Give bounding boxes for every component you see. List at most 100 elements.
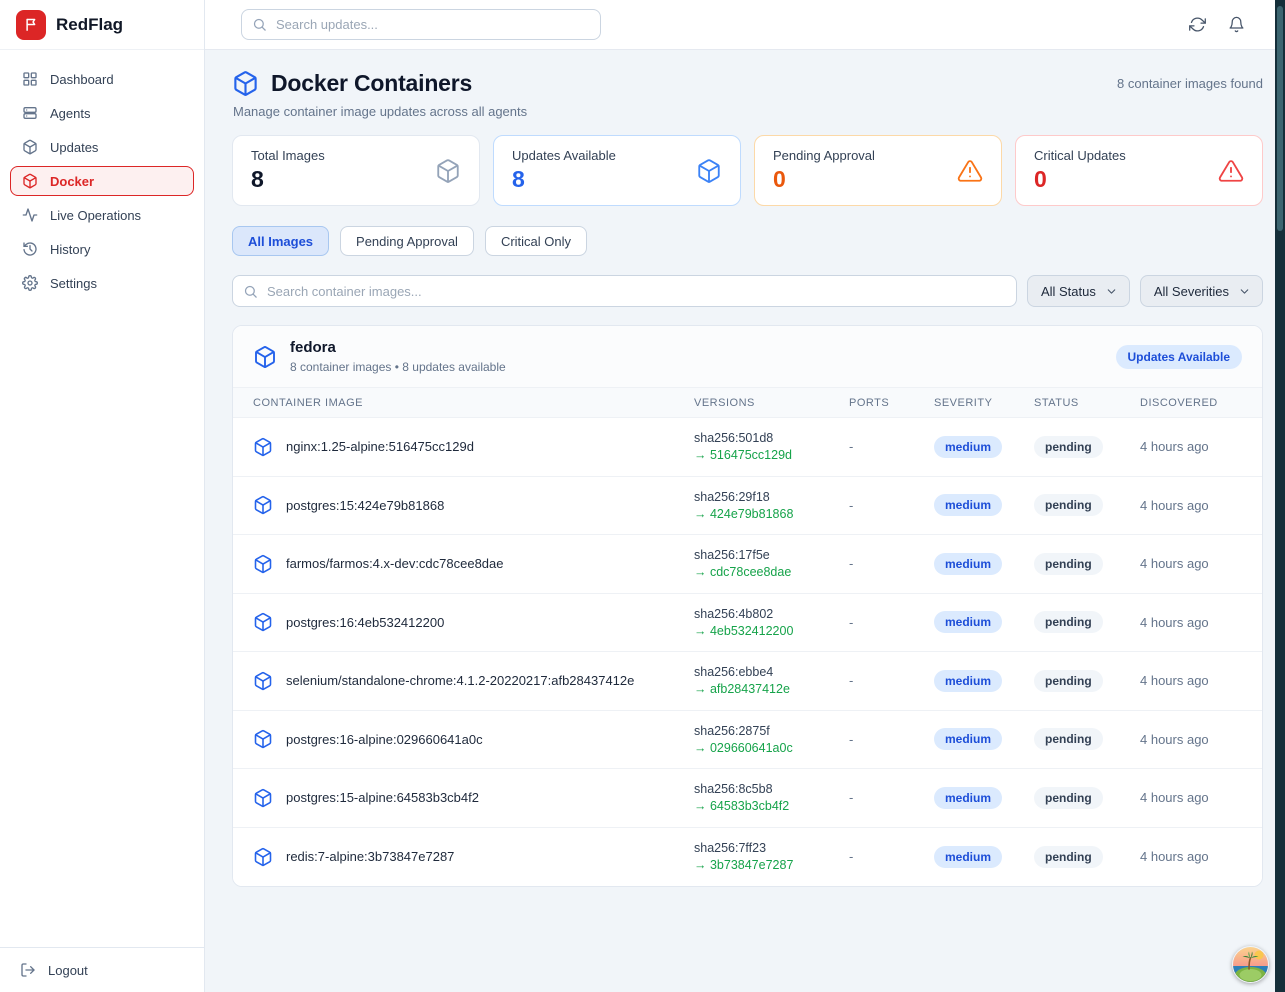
sidebar-item-agents[interactable]: Agents (10, 98, 194, 128)
main-area: Docker Containers 8 container images fou… (205, 0, 1285, 992)
container-image-name: nginx:1.25-alpine:516475cc129d (286, 439, 474, 454)
server-icon (22, 105, 38, 121)
search-icon (252, 17, 267, 32)
container-image-name: redis:7-alpine:3b73847e7287 (286, 849, 454, 864)
search-icon (243, 284, 258, 299)
island-extension-button[interactable] (1232, 946, 1269, 983)
sidebar-item-dashboard[interactable]: Dashboard (10, 64, 194, 94)
discovered-value: 4 hours ago (1140, 498, 1242, 513)
container-icon (253, 612, 273, 632)
discovered-value: 4 hours ago (1140, 732, 1242, 747)
status-badge: pending (1034, 553, 1103, 575)
table-row[interactable]: postgres:15-alpine:64583b3cb4f2 sha256:8… (233, 769, 1262, 828)
table-row[interactable]: redis:7-alpine:3b73847e7287 sha256:7ff23… (233, 828, 1262, 887)
ports-value: - (849, 556, 934, 571)
stat-label: Updates Available (512, 148, 616, 163)
sidebar-item-settings[interactable]: Settings (10, 268, 194, 298)
stat-card-critical-updates: Critical Updates 0 (1015, 135, 1263, 206)
tab-critical-only[interactable]: Critical Only (485, 226, 587, 256)
column-header: Discovered (1140, 397, 1242, 409)
sidebar-item-docker[interactable]: Docker (10, 166, 194, 196)
table-row[interactable]: postgres:15:424e79b81868 sha256:29f18→ 4… (233, 477, 1262, 536)
dashboard-icon (22, 71, 38, 87)
ports-value: - (849, 615, 934, 630)
tab-all-images[interactable]: All Images (232, 226, 329, 256)
table-header-row: Container Image Versions Ports Severity … (233, 387, 1262, 418)
discovered-value: 4 hours ago (1140, 439, 1242, 454)
discovered-value: 4 hours ago (1140, 615, 1242, 630)
status-badge: pending (1034, 611, 1103, 633)
severity-select[interactable]: All Severities (1140, 275, 1263, 307)
package-icon (22, 139, 38, 155)
ports-value: - (849, 790, 934, 805)
discovered-value: 4 hours ago (1140, 790, 1242, 805)
version-new: → 64583b3cb4f2 (694, 799, 849, 813)
container-image-name: postgres:15-alpine:64583b3cb4f2 (286, 790, 479, 805)
version-current: sha256:17f5e (694, 548, 849, 562)
sidebar-item-updates[interactable]: Updates (10, 132, 194, 162)
stat-label: Total Images (251, 148, 325, 163)
table-row[interactable]: farmos/farmos:4.x-dev:cdc78cee8dae sha25… (233, 535, 1262, 594)
stat-value: 0 (773, 166, 875, 193)
title-row: Docker Containers 8 container images fou… (232, 70, 1263, 97)
sidebar-footer: Logout (0, 947, 204, 992)
logout-label: Logout (48, 963, 88, 978)
activity-icon (22, 207, 38, 223)
severity-badge: medium (934, 553, 1002, 575)
images-table-card: fedora 8 container images • 8 updates av… (232, 325, 1263, 887)
column-header: Ports (849, 397, 934, 409)
severity-badge: medium (934, 728, 1002, 750)
sidebar-item-label: Dashboard (50, 72, 114, 87)
alert-triangle-icon (957, 158, 983, 184)
container-icon (22, 173, 38, 189)
topbar (205, 0, 1285, 50)
global-search-input[interactable] (241, 9, 601, 40)
brand: RedFlag (0, 0, 204, 50)
ports-value: - (849, 849, 934, 864)
filter-tabs: All Images Pending Approval Critical Onl… (232, 226, 1263, 256)
table-row[interactable]: selenium/standalone-chrome:4.1.2-2022021… (233, 652, 1262, 711)
bell-icon[interactable] (1228, 16, 1245, 33)
group-header: fedora 8 container images • 8 updates av… (233, 326, 1262, 387)
ports-value: - (849, 673, 934, 688)
severity-badge: medium (934, 611, 1002, 633)
refresh-icon[interactable] (1189, 16, 1206, 33)
version-new: → 4eb532412200 (694, 624, 849, 638)
stat-card-updates-available: Updates Available 8 (493, 135, 741, 206)
flag-icon (24, 17, 39, 32)
table-row[interactable]: postgres:16-alpine:029660641a0c sha256:2… (233, 711, 1262, 770)
container-icon (253, 847, 273, 867)
package-icon (435, 158, 461, 184)
version-current: sha256:7ff23 (694, 841, 849, 855)
scrollbar-thumb[interactable] (1277, 6, 1283, 231)
column-header: Status (1034, 397, 1140, 409)
gear-icon (22, 275, 38, 291)
status-badge: pending (1034, 436, 1103, 458)
version-current: sha256:8c5b8 (694, 782, 849, 796)
severity-badge: medium (934, 670, 1002, 692)
container-icon (253, 554, 273, 574)
table-row[interactable]: postgres:16:4eb532412200 sha256:4b802→ 4… (233, 594, 1262, 653)
severity-badge: medium (934, 846, 1002, 868)
status-select[interactable]: All Status (1027, 275, 1130, 307)
page-scrollbar[interactable] (1275, 0, 1285, 992)
table-row[interactable]: nginx:1.25-alpine:516475cc129d sha256:50… (233, 418, 1262, 477)
brand-name: RedFlag (56, 15, 123, 35)
logout-icon (20, 962, 36, 978)
stat-label: Pending Approval (773, 148, 875, 163)
topbar-actions (1189, 16, 1249, 33)
container-icon (253, 729, 273, 749)
severity-badge: medium (934, 787, 1002, 809)
sidebar-item-label: Agents (50, 106, 90, 121)
logout-button[interactable]: Logout (20, 962, 184, 978)
image-search-input[interactable] (232, 275, 1017, 307)
sidebar: RedFlag Dashboard Agents Updates Docker … (0, 0, 205, 992)
container-icon (253, 495, 273, 515)
ports-value: - (849, 498, 934, 513)
page-title: Docker Containers (271, 70, 472, 97)
updates-available-badge: Updates Available (1116, 345, 1242, 369)
chevron-down-icon (1105, 285, 1118, 298)
sidebar-item-history[interactable]: History (10, 234, 194, 264)
tab-pending-approval[interactable]: Pending Approval (340, 226, 474, 256)
sidebar-item-live-operations[interactable]: Live Operations (10, 200, 194, 230)
